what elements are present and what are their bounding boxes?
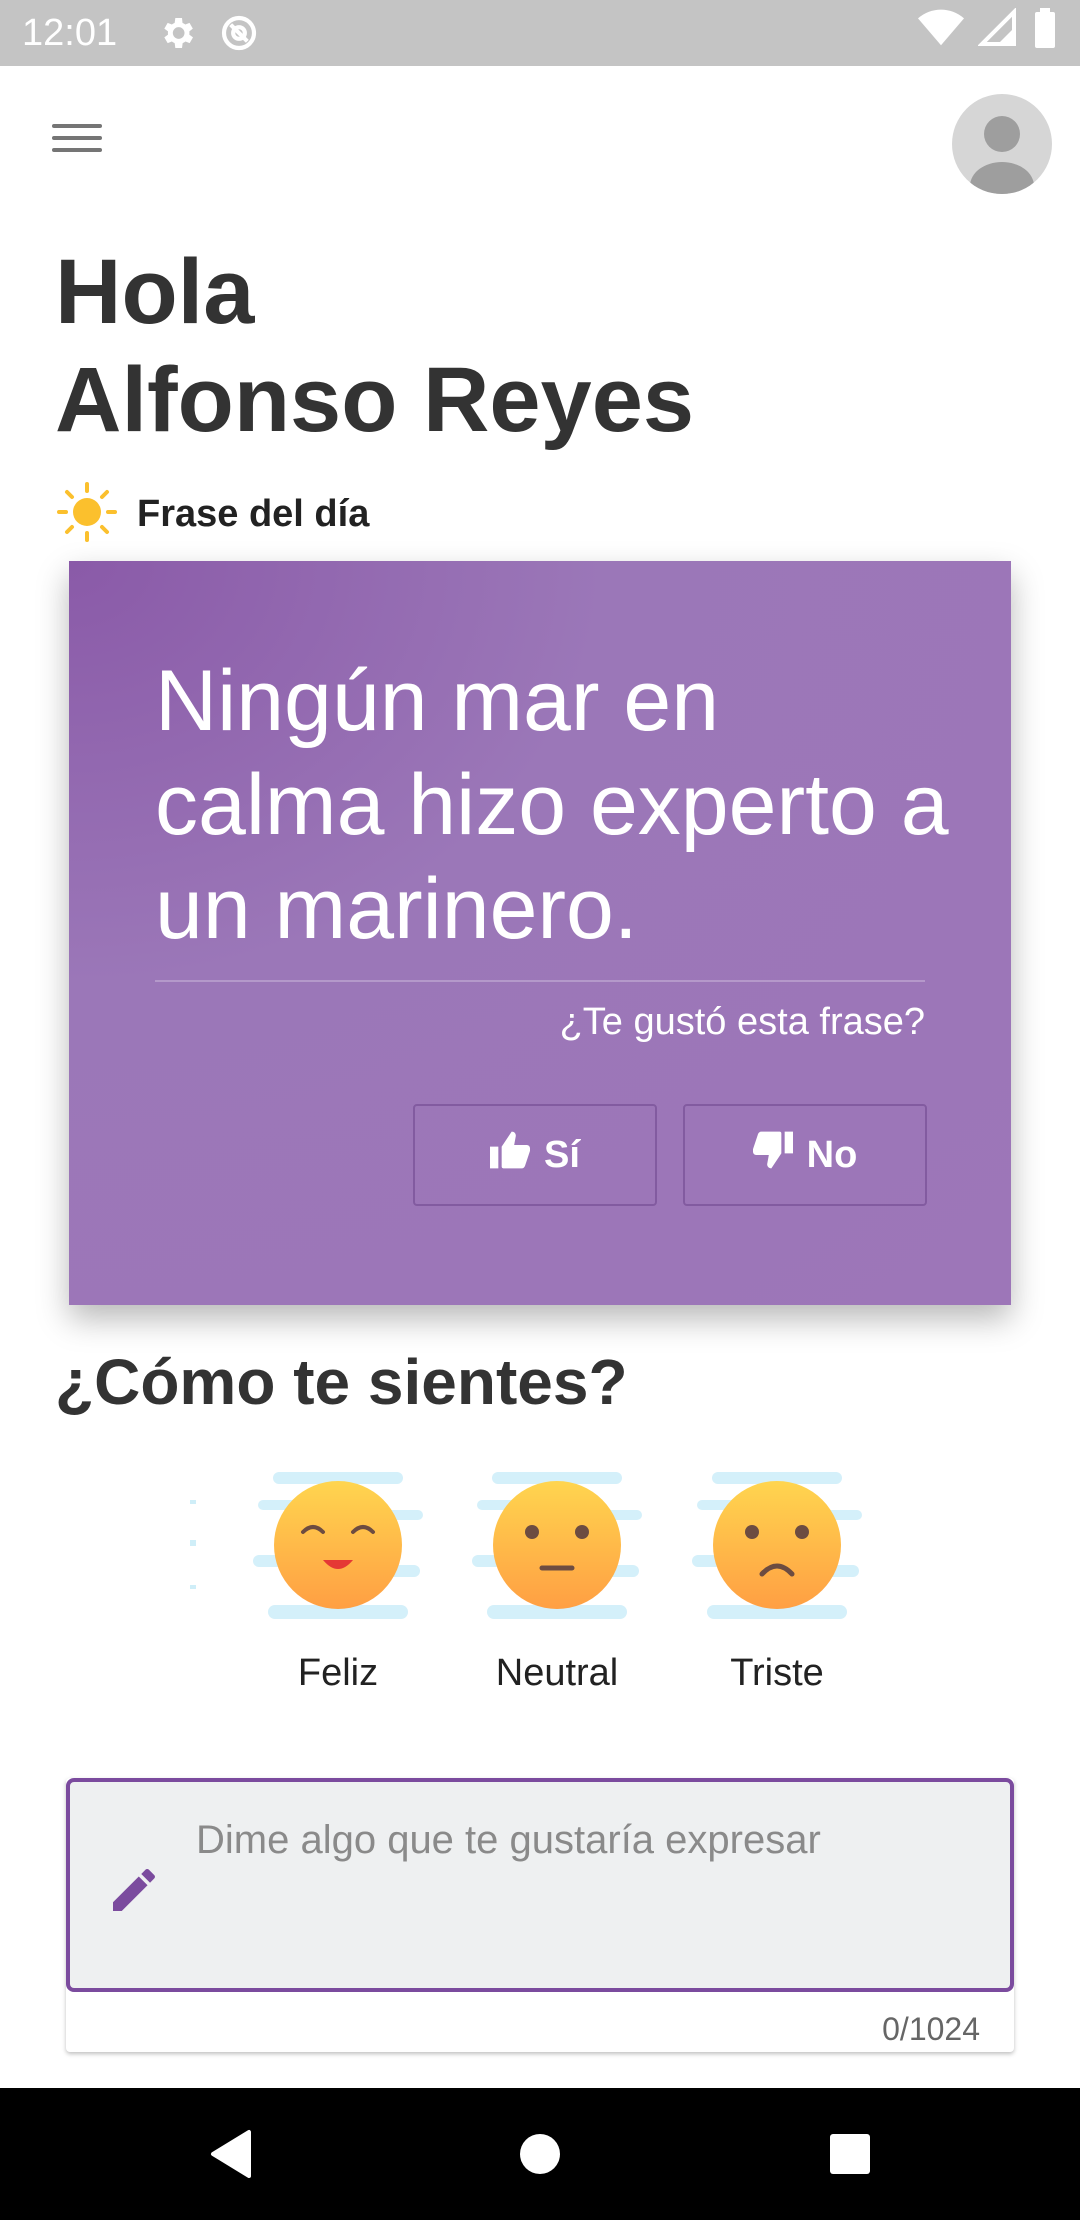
expression-input[interactable] xyxy=(196,1818,976,1958)
expression-card: 0/1024 xyxy=(66,1778,1014,2052)
sad-face-icon xyxy=(692,1470,862,1630)
home-icon[interactable] xyxy=(510,2124,570,2184)
greeting-line1: Hola xyxy=(55,241,255,343)
like-no-label: No xyxy=(806,1133,858,1176)
pencil-icon xyxy=(106,1862,162,1923)
daily-quote-section-title: Frase del día xyxy=(137,493,370,535)
at-sign-icon xyxy=(219,13,259,53)
quote-text: Ningún mar en calma hizo experto a un ma… xyxy=(155,653,949,957)
mood-title: ¿Cómo te sientes? xyxy=(55,1346,628,1418)
quote-card: Ningún mar en calma hizo experto a un ma… xyxy=(69,561,1011,1305)
sun-icon xyxy=(55,480,119,549)
mood-scroll-edge xyxy=(190,1490,200,1610)
settings-icon xyxy=(157,13,197,53)
like-no-button[interactable]: No xyxy=(683,1104,927,1206)
like-yes-label: Sí xyxy=(544,1133,580,1176)
mood-label-neutral: Neutral xyxy=(495,1652,619,1694)
character-counter: 0/1024 xyxy=(882,2011,980,2047)
mood-option-happy[interactable]: Feliz xyxy=(253,1470,423,1695)
happy-face-icon xyxy=(253,1470,423,1630)
status-time: 12:01 xyxy=(22,11,118,54)
thumbs-up-icon xyxy=(490,1131,531,1179)
daily-quote-label: Frase del día xyxy=(55,480,369,549)
hamburger-menu-icon[interactable] xyxy=(40,116,114,176)
mood-selector: Feliz Neutral Triste xyxy=(0,1470,1080,1710)
greeting: Hola Alfonso Reyes xyxy=(55,238,694,454)
app-header xyxy=(0,66,1080,216)
thumbs-down-icon xyxy=(752,1131,793,1179)
system-nav-bar xyxy=(0,2088,1080,2220)
signal-icon xyxy=(977,7,1018,58)
status-right-icons xyxy=(918,7,1058,58)
wifi-icon xyxy=(918,8,964,58)
battery-icon xyxy=(1032,8,1058,58)
mood-label-sad: Triste xyxy=(730,1652,824,1694)
mood-label-happy: Feliz xyxy=(297,1652,379,1694)
user-avatar-icon[interactable] xyxy=(952,94,1052,194)
quote-divider xyxy=(155,980,925,982)
recents-icon[interactable] xyxy=(820,2124,880,2184)
back-icon[interactable] xyxy=(205,2124,265,2184)
neutral-face-icon xyxy=(472,1470,642,1630)
mood-option-sad[interactable]: Triste xyxy=(692,1470,862,1695)
expression-field xyxy=(66,1778,1014,1992)
mood-option-neutral[interactable]: Neutral xyxy=(472,1470,642,1695)
quote-question: ¿Te gustó esta frase? xyxy=(559,1001,925,1043)
status-bar: 12:01 xyxy=(0,0,1080,66)
greeting-name: Alfonso Reyes xyxy=(55,349,695,451)
like-yes-button[interactable]: Sí xyxy=(413,1104,657,1206)
